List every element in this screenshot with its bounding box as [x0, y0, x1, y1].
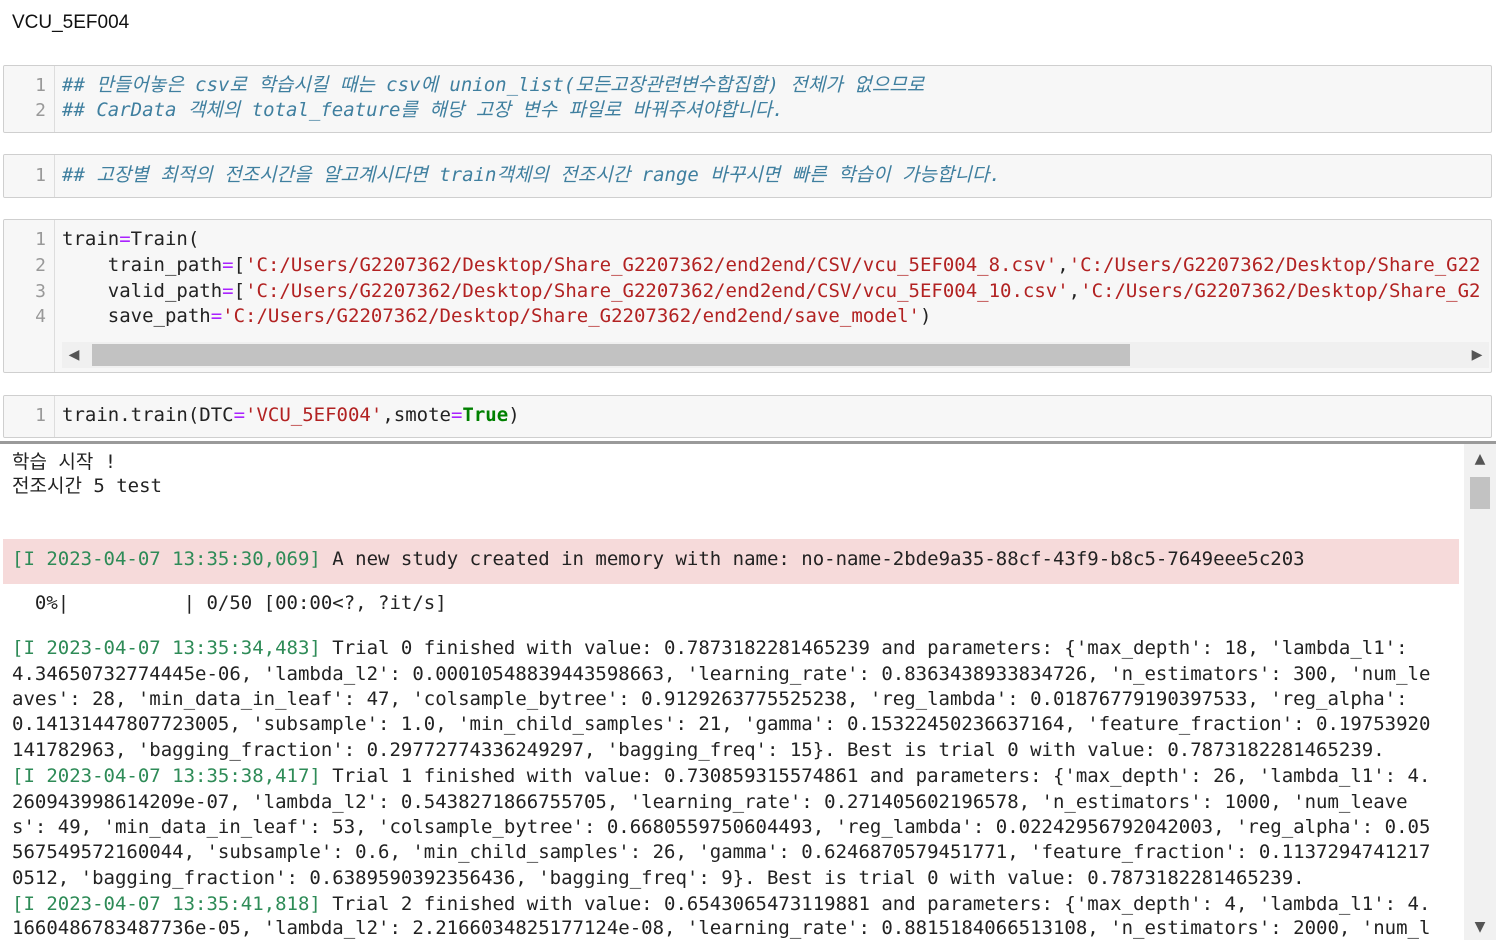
scroll-left-icon[interactable]: ◀ — [64, 344, 84, 366]
output-line: 전조시간 5 test — [12, 475, 162, 497]
log-line: 1660486783487736e-05, 'lambda_l2': 2.216… — [12, 917, 1431, 939]
horizontal-scrollbar[interactable]: ◀ ▶ — [62, 342, 1489, 368]
code-cell-train-run[interactable]: 1 train.train(DTC='VCU_5EF004',smote=Tru… — [3, 395, 1492, 438]
scroll-right-icon[interactable]: ▶ — [1467, 344, 1487, 366]
log-line: 0.14131447807723005, 'subsample': 1.0, '… — [12, 713, 1431, 735]
log-line: 260943998614209e-07, 'lambda_l2': 0.5438… — [12, 791, 1408, 813]
output-line: 학습 시작 ! — [12, 451, 117, 473]
line-number: 4 — [35, 306, 46, 327]
code-line: train.train(DTC='VCU_5EF004',smote=True) — [62, 404, 520, 426]
code-line: ## CarData 객체의 total_feature를 해당 고장 변수 파… — [62, 99, 784, 121]
log-line: [I 2023-04-07 13:35:41,818] Trial 2 fini… — [12, 893, 1431, 915]
log-line: aves': 28, 'min_data_in_leaf': 47, 'cols… — [12, 688, 1408, 710]
scroll-down-icon[interactable]: ▼ — [1470, 916, 1490, 938]
line-number: 1 — [35, 165, 46, 186]
line-number-gutter: 1 2 3 4 — [4, 220, 55, 372]
log-line: [I 2023-04-07 13:35:30,069] A new study … — [12, 548, 1305, 570]
log-line: 4.34650732774445e-06, 'lambda_l2': 0.000… — [12, 663, 1431, 685]
code-line: ## 만들어놓은 csv로 학습시킬 때는 csv에 union_list(모든… — [62, 74, 925, 96]
log-line: [I 2023-04-07 13:35:34,483] Trial 0 fini… — [12, 637, 1408, 659]
progress-bar-text: 0%| | 0/50 [00:00<?, ?it/s] — [12, 592, 447, 614]
line-number: 1 — [35, 405, 46, 426]
line-number-gutter: 1 2 — [4, 66, 55, 132]
log-line: [I 2023-04-07 13:35:38,417] Trial 1 fini… — [12, 765, 1431, 787]
cell-output-area[interactable]: 학습 시작 ! 전조시간 5 test [I 2023-04-07 13:35:… — [0, 441, 1496, 940]
code-cell-comment-2[interactable]: 1 ## 고장별 최적의 전조시간을 알고계시다면 train객체의 전조시간 … — [3, 154, 1492, 198]
scrollbar-thumb[interactable] — [92, 344, 1130, 366]
vertical-scrollbar[interactable]: ▲ ▼ — [1464, 444, 1496, 940]
log-line: 567549572160044, 'subsample': 0.6, 'min_… — [12, 841, 1431, 863]
line-number: 2 — [35, 100, 46, 121]
code-line: train=Train( — [62, 228, 200, 250]
code-line: ## 고장별 최적의 전조시간을 알고계시다면 train객체의 전조시간 ra… — [62, 164, 1001, 186]
scroll-up-icon[interactable]: ▲ — [1470, 448, 1490, 470]
line-number-gutter: 1 — [4, 396, 55, 437]
line-number: 3 — [35, 281, 46, 302]
line-number: 1 — [35, 229, 46, 250]
line-number: 2 — [35, 255, 46, 276]
scrollbar-thumb[interactable] — [1470, 477, 1490, 509]
code-line: valid_path=['C:/Users/G2207362/Desktop/S… — [62, 280, 1481, 302]
log-line: 0512, 'bagging_fraction': 0.638959039235… — [12, 867, 1305, 889]
code-line: save_path='C:/Users/G2207362/Desktop/Sha… — [62, 305, 932, 327]
code-cell-train-setup[interactable]: 1 2 3 4 train=Train( train_path=['C:/Use… — [3, 219, 1492, 373]
log-line: s': 49, 'min_data_in_leaf': 53, 'colsamp… — [12, 816, 1431, 838]
code-cell-comment-1[interactable]: 1 2 ## 만들어놓은 csv로 학습시킬 때는 csv에 union_lis… — [3, 65, 1492, 133]
line-number-gutter: 1 — [4, 155, 55, 197]
code-line: train_path=['C:/Users/G2207362/Desktop/S… — [62, 254, 1481, 276]
log-line: 141782963, 'bagging_fraction': 0.2977277… — [12, 739, 1385, 761]
line-number: 1 — [35, 75, 46, 96]
notebook-heading: VCU_5EF004 — [12, 12, 130, 33]
